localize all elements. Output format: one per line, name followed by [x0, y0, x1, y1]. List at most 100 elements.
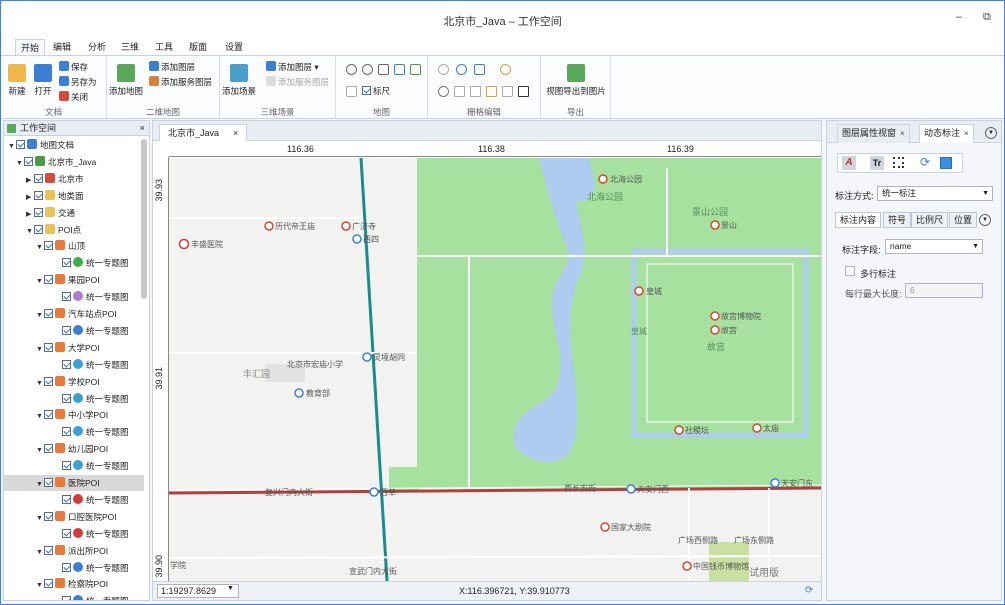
export-view-button[interactable]: 视图导出到图片 — [541, 64, 611, 97]
visibility-checkbox[interactable] — [62, 292, 71, 302]
tree-node[interactable]: 统一专题图 — [4, 458, 144, 474]
visibility-checkbox[interactable] — [44, 478, 53, 487]
poi-dajuyuan-icon[interactable] — [600, 522, 610, 532]
refresh-label-icon[interactable]: ⟳ — [920, 155, 930, 169]
tree-node[interactable]: ▼ 山顶 — [4, 238, 144, 254]
tab-dynamic-label[interactable]: 动态标注 × — [919, 124, 974, 143]
open-button[interactable]: 打开 — [31, 64, 55, 97]
station-tiananmen-e-icon[interactable] — [770, 478, 780, 488]
visibility-checkbox[interactable] — [62, 461, 71, 471]
expand-icon[interactable]: ▼ — [36, 545, 44, 561]
expand-icon[interactable]: ▼ — [36, 409, 44, 425]
visibility-checkbox[interactable] — [34, 207, 43, 217]
tree-node[interactable]: 统一专题图 — [4, 492, 144, 508]
visibility-checkbox[interactable] — [34, 190, 43, 200]
crop-icon[interactable] — [470, 86, 481, 97]
panel-menu-icon[interactable]: ▼ — [985, 127, 997, 139]
visibility-checkbox[interactable] — [62, 393, 71, 403]
visibility-checkbox[interactable] — [44, 511, 53, 521]
close-button[interactable]: 关闭 — [59, 91, 88, 103]
poi-gugong-icon[interactable] — [710, 325, 720, 335]
raster-tool-icon[interactable] — [438, 64, 449, 75]
expand-icon[interactable]: ▼ — [36, 376, 44, 392]
add-map-button[interactable]: 添加地图 — [109, 64, 143, 97]
label-field-select[interactable]: name ▼ — [885, 239, 983, 254]
tree-node[interactable]: 统一专题图 — [4, 255, 144, 271]
tree-node[interactable]: ▼ 大学POI — [4, 340, 144, 356]
tab-map[interactable]: 北京市_Java × — [159, 124, 248, 141]
map-canvas[interactable]: 北海公园 北海公园 景山公园 景山 历代帝王庙 广济寺 西四 丰盛医院 皇城 故… — [169, 158, 821, 581]
full-extent-icon[interactable] — [394, 64, 405, 75]
menu-edit[interactable]: 编辑 — [48, 39, 76, 55]
layer-order-icon[interactable] — [518, 86, 529, 97]
tree-node[interactable]: ▼ 果园POI — [4, 272, 144, 288]
expand-icon[interactable]: ▼ — [36, 240, 44, 256]
collapse-icon[interactable]: ▶ — [26, 173, 34, 189]
visibility-checkbox[interactable] — [44, 309, 53, 318]
station-xisi-icon[interactable] — [352, 234, 362, 244]
expand-icon[interactable]: ▼ — [16, 156, 24, 172]
map-svg[interactable]: 北海公园 北海公园 景山公园 景山 历代帝王庙 广济寺 西四 丰盛医院 皇城 故… — [169, 158, 821, 581]
zoom-in-icon[interactable] — [346, 64, 357, 75]
tab-close-icon[interactable]: × — [900, 129, 905, 138]
save-as-button[interactable]: 另存为 — [59, 76, 97, 88]
expand-icon[interactable]: ▼ — [36, 308, 44, 324]
new-button[interactable]: 新建 — [5, 64, 29, 97]
zoom-out-icon[interactable] — [362, 64, 373, 75]
add-service-layer-button[interactable]: 添加服务图层 — [149, 76, 212, 88]
tree-node[interactable]: 统一专题图 — [4, 289, 144, 305]
menu-layout[interactable]: 版面 — [184, 39, 212, 55]
tree-node[interactable]: ▼ 北京市_Java — [4, 154, 144, 170]
contrast-icon[interactable] — [438, 86, 449, 97]
visibility-checkbox[interactable] — [34, 173, 43, 183]
visibility-checkbox[interactable] — [44, 241, 53, 251]
workspace-scrollbar[interactable] — [141, 139, 147, 299]
histogram-icon[interactable] — [486, 86, 497, 97]
station-xidan-icon[interactable] — [369, 487, 379, 497]
tree-node[interactable]: ▼ 地图文档 — [4, 137, 144, 153]
expand-icon[interactable]: ▼ — [36, 578, 44, 594]
menu-tools[interactable]: 工具 — [150, 39, 178, 55]
save-button[interactable]: 保存 — [59, 61, 88, 73]
visibility-checkbox[interactable] — [44, 579, 53, 589]
chart-icon[interactable] — [502, 86, 513, 97]
visibility-checkbox[interactable] — [44, 410, 53, 420]
qr-icon[interactable] — [893, 157, 904, 168]
expand-icon[interactable]: ▼ — [36, 443, 44, 459]
poi-hospital-icon[interactable] — [178, 238, 190, 250]
subtab-symbol[interactable]: 符号 — [883, 212, 912, 228]
tree-node[interactable]: 统一专题图 — [4, 593, 144, 600]
tree-node[interactable]: ▼ 检察院POI — [4, 576, 144, 592]
visibility-checkbox[interactable] — [62, 325, 71, 335]
poi-huangcheng-icon[interactable] — [634, 286, 644, 296]
tree-node[interactable]: ▼ 医院POI — [4, 475, 144, 491]
poi-shejitan-icon[interactable] — [674, 425, 684, 435]
add-layer-button[interactable]: 添加图层 — [149, 61, 195, 73]
tree-node[interactable]: ▼ 中小学POI — [4, 407, 144, 423]
tree-node[interactable]: ▶ 交通 — [4, 205, 144, 221]
visibility-checkbox[interactable] — [62, 562, 71, 572]
scale-checkbox[interactable] — [362, 86, 371, 95]
tab-layer-properties[interactable]: 图层属性视窗 × — [837, 124, 910, 143]
raster-style-icon[interactable] — [500, 64, 511, 75]
font-size-icon[interactable]: Tr — [870, 156, 884, 170]
tree-node[interactable]: ▼ 幼儿园POI — [4, 441, 144, 457]
expand-icon[interactable]: ▼ — [36, 342, 44, 358]
collapse-icon[interactable]: ▶ — [26, 207, 34, 223]
max-length-input[interactable]: 6 — [905, 283, 983, 298]
multiline-checkbox[interactable] — [845, 266, 855, 276]
pan-icon[interactable] — [378, 64, 389, 75]
poi-jiaoyu-icon[interactable] — [294, 388, 304, 398]
tree-node[interactable]: ▼ 口腔医院POI — [4, 509, 144, 525]
enable-label-checkbox[interactable] — [940, 157, 952, 169]
tree-node[interactable]: ▶ 地类面 — [4, 188, 144, 204]
visibility-checkbox[interactable] — [62, 427, 71, 437]
visibility-checkbox[interactable] — [24, 156, 33, 166]
tab-close-icon[interactable]: × — [964, 129, 969, 138]
expand-icon[interactable]: ▼ — [26, 224, 34, 240]
poi-qianbi-icon[interactable] — [682, 561, 692, 571]
subtab-content[interactable]: 标注内容 — [835, 212, 882, 228]
visibility-checkbox[interactable] — [62, 258, 71, 268]
tree-node[interactable]: ▼ POI点 — [4, 222, 144, 238]
subtab-more-icon[interactable]: ▼ — [979, 214, 991, 226]
